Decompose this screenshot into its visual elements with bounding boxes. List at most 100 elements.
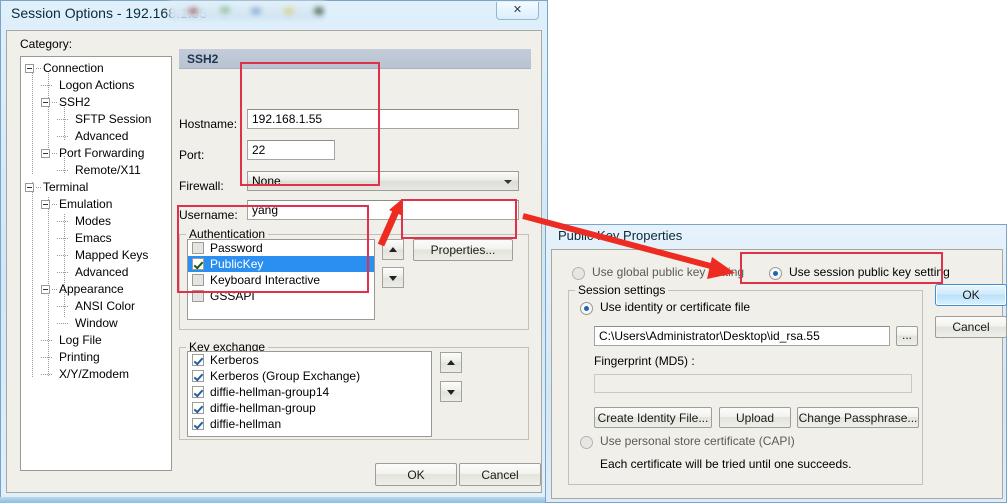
tree-expander-icon[interactable] bbox=[25, 183, 34, 192]
tree-item-label: X/Y/Zmodem bbox=[59, 367, 130, 381]
tree-item-modes[interactable]: Modes bbox=[21, 213, 171, 230]
key-exchange-list[interactable]: Kerberos Kerberos (Group Exchange) diffie-… bbox=[187, 351, 432, 437]
hostname-label: Hostname: bbox=[179, 117, 238, 131]
tree-guide-line bbox=[57, 119, 68, 120]
list-item[interactable]: PublicKey bbox=[188, 256, 374, 272]
session-options-titlebar[interactable]: Session Options - 192.168.1.55 ✕ bbox=[1, 1, 547, 29]
list-item[interactable]: Kerberos (Group Exchange) bbox=[188, 368, 431, 384]
tree-item-connection[interactable]: Connection bbox=[21, 60, 171, 77]
identity-path-input[interactable]: C:\Users\Administrator\Desktop\id_rsa.55 bbox=[594, 326, 890, 346]
tree-guide-line bbox=[57, 170, 68, 171]
firewall-selected-value: None bbox=[252, 174, 281, 188]
chevron-down-icon bbox=[504, 180, 512, 184]
authentication-rows: Password PublicKey Keyboard Interactive GSS… bbox=[188, 240, 374, 304]
checkbox-checked-icon[interactable] bbox=[192, 402, 204, 414]
authentication-list[interactable]: Password PublicKey Keyboard Interactive GSS… bbox=[187, 239, 375, 320]
tree-item-emulation[interactable]: Emulation bbox=[21, 196, 171, 213]
firewall-select[interactable]: None bbox=[247, 171, 519, 191]
list-item[interactable]: Kerberos bbox=[188, 352, 431, 368]
list-item[interactable]: Keyboard Interactive bbox=[188, 272, 374, 288]
kex-move-up-button[interactable] bbox=[440, 352, 462, 373]
tree-item-x-y-zmodem[interactable]: X/Y/Zmodem bbox=[21, 366, 171, 383]
tree-expander-icon[interactable] bbox=[25, 64, 34, 73]
tree-item-ansi-color[interactable]: ANSI Color bbox=[21, 298, 171, 315]
global-key-radio[interactable] bbox=[572, 267, 585, 280]
tree-item-label: Modes bbox=[75, 214, 112, 228]
tree-guide-line bbox=[41, 340, 52, 341]
tree-item-advanced[interactable]: Advanced bbox=[21, 264, 171, 281]
list-item-label: Keyboard Interactive bbox=[210, 273, 321, 287]
tree-item-window[interactable]: Window bbox=[21, 315, 171, 332]
tree-item-sftp-session[interactable]: SFTP Session bbox=[21, 111, 171, 128]
identity-file-radio-label: Use identity or certificate file bbox=[600, 300, 751, 314]
checkbox-checked-icon[interactable] bbox=[192, 258, 204, 270]
list-item-label: diffie-hellman bbox=[210, 417, 282, 431]
browse-button[interactable]: ... bbox=[896, 326, 918, 346]
port-input[interactable]: 22 bbox=[247, 140, 335, 160]
list-item[interactable]: Password bbox=[188, 240, 374, 256]
session-ok-button[interactable]: OK bbox=[375, 463, 457, 486]
category-tree[interactable]: Connection Logon Actions SSH2 SFTP Session A… bbox=[20, 56, 172, 471]
list-item-label: Kerberos bbox=[210, 353, 259, 367]
upload-button[interactable]: Upload bbox=[719, 407, 791, 428]
screen: Session Options - 192.168.1.55 ✕ Categor… bbox=[0, 0, 1007, 503]
checkbox-unchecked-icon[interactable] bbox=[192, 274, 204, 286]
tree-item-terminal[interactable]: Terminal bbox=[21, 179, 171, 196]
tree-guide-line bbox=[41, 85, 52, 86]
tree-item-logon-actions[interactable]: Logon Actions bbox=[21, 77, 171, 94]
list-item[interactable]: diffie-hellman bbox=[188, 416, 431, 432]
list-item-label: diffie-hellman-group14 bbox=[210, 385, 330, 399]
auth-move-up-button[interactable] bbox=[382, 239, 404, 260]
kex-move-down-button[interactable] bbox=[440, 381, 462, 402]
capi-radio[interactable] bbox=[580, 436, 593, 449]
change-passphrase-button[interactable]: Change Passphrase... bbox=[797, 407, 919, 428]
tree-item-port-forwarding[interactable]: Port Forwarding bbox=[21, 145, 171, 162]
tree-expander-icon[interactable] bbox=[41, 149, 50, 158]
public-key-ok-button[interactable]: OK bbox=[935, 284, 1007, 306]
public-key-titlebar[interactable]: Public Key Properties bbox=[546, 225, 1006, 247]
session-key-radio[interactable] bbox=[769, 267, 782, 280]
tree-item-label: Port Forwarding bbox=[59, 146, 145, 160]
username-input[interactable]: yang bbox=[247, 200, 519, 220]
tree-guide-line bbox=[52, 289, 58, 290]
tree-item-advanced[interactable]: Advanced bbox=[21, 128, 171, 145]
checkbox-checked-icon[interactable] bbox=[192, 418, 204, 430]
blurred-toolbar-icons bbox=[169, 1, 325, 20]
properties-button[interactable]: Properties... bbox=[413, 239, 513, 261]
tree-item-remote-x11[interactable]: Remote/X11 bbox=[21, 162, 171, 179]
public-key-properties-window: Public Key Properties Use global public … bbox=[545, 224, 1007, 503]
tree-item-label: ANSI Color bbox=[75, 299, 136, 313]
list-item[interactable]: diffie-hellman-group bbox=[188, 400, 431, 416]
hostname-input[interactable]: 192.168.1.55 bbox=[247, 109, 519, 129]
close-icon[interactable]: ✕ bbox=[496, 2, 539, 20]
tree-expander-icon[interactable] bbox=[41, 98, 50, 107]
create-identity-file-button[interactable]: Create Identity File... bbox=[594, 407, 712, 428]
tree-item-ssh2[interactable]: SSH2 bbox=[21, 94, 171, 111]
tree-expander-icon[interactable] bbox=[41, 200, 50, 209]
tree-item-printing[interactable]: Printing bbox=[21, 349, 171, 366]
checkbox-checked-icon[interactable] bbox=[192, 354, 204, 366]
list-item[interactable]: diffie-hellman-group14 bbox=[188, 384, 431, 400]
list-item[interactable]: GSSAPI bbox=[188, 288, 374, 304]
checkbox-checked-icon[interactable] bbox=[192, 386, 204, 398]
tree-guide-line bbox=[36, 68, 42, 69]
firewall-label: Firewall: bbox=[179, 179, 224, 193]
tree-expander-icon[interactable] bbox=[41, 285, 50, 294]
tree-item-label: Appearance bbox=[59, 282, 124, 296]
session-cancel-button[interactable]: Cancel bbox=[459, 463, 541, 486]
checkbox-unchecked-icon[interactable] bbox=[192, 242, 204, 254]
tree-item-label: Terminal bbox=[43, 180, 89, 194]
public-key-cancel-button[interactable]: Cancel bbox=[935, 316, 1007, 338]
checkbox-checked-icon[interactable] bbox=[192, 370, 204, 382]
tree-item-emacs[interactable]: Emacs bbox=[21, 230, 171, 247]
public-key-window-title: Public Key Properties bbox=[558, 228, 683, 243]
fingerprint-label: Fingerprint (MD5) : bbox=[594, 354, 695, 368]
tree-item-mapped-keys[interactable]: Mapped Keys bbox=[21, 247, 171, 264]
tree-item-label: Printing bbox=[59, 350, 100, 364]
tree-item-log-file[interactable]: Log File bbox=[21, 332, 171, 349]
auth-move-down-button[interactable] bbox=[382, 267, 404, 288]
list-item-label: GSSAPI bbox=[210, 289, 255, 303]
identity-file-radio[interactable] bbox=[580, 302, 593, 315]
tree-item-appearance[interactable]: Appearance bbox=[21, 281, 171, 298]
checkbox-unchecked-icon[interactable] bbox=[192, 290, 204, 302]
